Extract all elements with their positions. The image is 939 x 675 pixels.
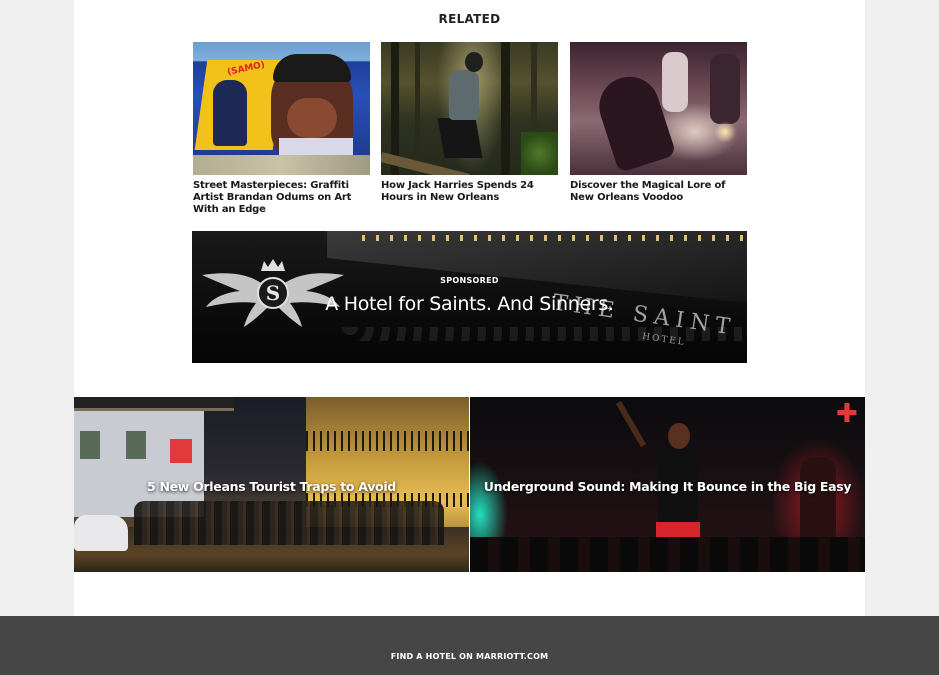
sponsored-banner[interactable]: THE SAINT HOTEL S SPONSORED A Hotel for …	[192, 231, 747, 363]
feature-title[interactable]: 5 New Orleans Tourist Traps to Avoid	[74, 479, 469, 494]
related-card-graffiti[interactable]: (SAMO) Street Masterpieces: Graffiti Art…	[193, 42, 370, 216]
voodoo-image[interactable]	[570, 42, 747, 175]
graffiti-image[interactable]: (SAMO)	[193, 42, 370, 175]
related-card-jack-harries[interactable]: How Jack Harries Spends 24 Hours in New …	[381, 42, 558, 204]
feature-underground-sound[interactable]: ✚ Underground Sound: Making It Bounce in…	[470, 397, 865, 572]
related-heading: RELATED	[438, 12, 501, 26]
main-content: RELATED (SAMO) Street Masterpieces: Graf…	[74, 0, 865, 616]
swamp-image[interactable]	[381, 42, 558, 175]
cross-light-icon: ✚	[836, 399, 858, 429]
footer: FIND A HOTEL ON MARRIOTT.COM	[0, 616, 939, 675]
feature-tourist-traps[interactable]: 5 New Orleans Tourist Traps to Avoid	[74, 397, 469, 572]
related-card-title[interactable]: How Jack Harries Spends 24 Hours in New …	[381, 180, 558, 204]
related-card-voodoo[interactable]: Discover the Magical Lore of New Orleans…	[570, 42, 747, 204]
find-hotel-link[interactable]: FIND A HOTEL ON MARRIOTT.COM	[0, 652, 939, 661]
feature-title[interactable]: Underground Sound: Making It Bounce in t…	[470, 479, 865, 494]
related-card-title[interactable]: Discover the Magical Lore of New Orleans…	[570, 180, 747, 204]
related-card-title[interactable]: Street Masterpieces: Graffiti Artist Bra…	[193, 180, 370, 216]
sponsored-label: SPONSORED	[440, 276, 499, 285]
sponsored-headline[interactable]: A Hotel for Saints. And Sinners.	[192, 293, 747, 315]
